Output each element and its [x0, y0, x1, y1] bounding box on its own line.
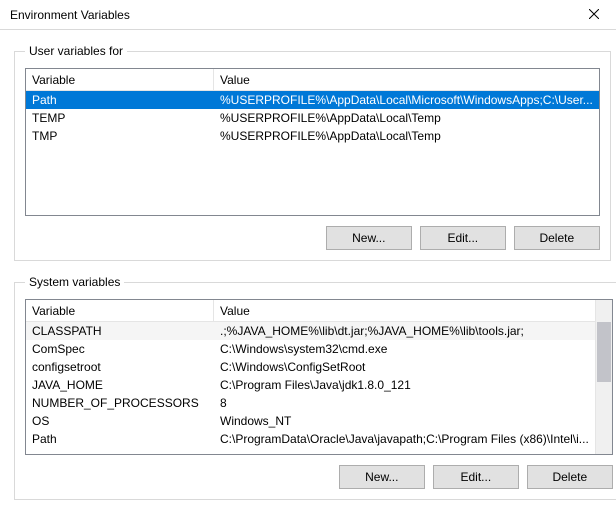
- cell-variable: OS: [26, 414, 214, 428]
- user-header-value[interactable]: Value: [214, 69, 599, 90]
- dialog-content: User variables for Variable Value Path %…: [0, 30, 616, 500]
- table-row[interactable]: OS Windows_NT: [26, 412, 595, 430]
- cell-variable: JAVA_HOME: [26, 378, 214, 392]
- system-buttons: New... Edit... Delete: [25, 465, 613, 489]
- system-delete-button[interactable]: Delete: [527, 465, 613, 489]
- table-row[interactable]: TEMP %USERPROFILE%\AppData\Local\Temp: [26, 109, 599, 127]
- system-variables-legend: System variables: [25, 275, 124, 289]
- user-variables-table[interactable]: Variable Value Path %USERPROFILE%\AppDat…: [25, 68, 600, 216]
- table-row[interactable]: ComSpec C:\Windows\system32\cmd.exe: [26, 340, 595, 358]
- user-delete-button[interactable]: Delete: [514, 226, 600, 250]
- cell-variable: CLASSPATH: [26, 324, 214, 338]
- user-new-button[interactable]: New...: [326, 226, 412, 250]
- cell-value: 8: [214, 396, 595, 410]
- system-variables-group: System variables Variable Value CLASSPAT…: [14, 275, 616, 500]
- user-table-header: Variable Value: [26, 69, 599, 91]
- system-header-value[interactable]: Value: [214, 300, 595, 321]
- cell-variable: NUMBER_OF_PROCESSORS: [26, 396, 214, 410]
- system-variables-table[interactable]: Variable Value CLASSPATH .;%JAVA_HOME%\l…: [25, 299, 613, 455]
- user-variables-group: User variables for Variable Value Path %…: [14, 44, 611, 261]
- cell-value: .;%JAVA_HOME%\lib\dt.jar;%JAVA_HOME%\lib…: [214, 324, 595, 338]
- cell-value: %USERPROFILE%\AppData\Local\Temp: [214, 111, 599, 125]
- user-header-variable[interactable]: Variable: [26, 69, 214, 90]
- table-row[interactable]: Path C:\ProgramData\Oracle\Java\javapath…: [26, 430, 595, 448]
- table-row[interactable]: TMP %USERPROFILE%\AppData\Local\Temp: [26, 127, 599, 145]
- system-edit-button[interactable]: Edit...: [433, 465, 519, 489]
- close-button[interactable]: [571, 0, 616, 30]
- close-icon: [589, 8, 599, 22]
- cell-variable: TMP: [26, 129, 214, 143]
- cell-variable: ComSpec: [26, 342, 214, 356]
- cell-value: %USERPROFILE%\AppData\Local\Microsoft\Wi…: [214, 93, 599, 107]
- cell-variable: Path: [26, 432, 214, 446]
- user-rows: Path %USERPROFILE%\AppData\Local\Microso…: [26, 91, 599, 145]
- cell-value: C:\Program Files\Java\jdk1.8.0_121: [214, 378, 595, 392]
- cell-value: C:\Windows\system32\cmd.exe: [214, 342, 595, 356]
- cell-variable: TEMP: [26, 111, 214, 125]
- cell-value: C:\ProgramData\Oracle\Java\javapath;C:\P…: [214, 432, 595, 446]
- window-title: Environment Variables: [10, 8, 130, 22]
- titlebar: Environment Variables: [0, 0, 616, 30]
- table-row[interactable]: NUMBER_OF_PROCESSORS 8: [26, 394, 595, 412]
- system-rows: CLASSPATH .;%JAVA_HOME%\lib\dt.jar;%JAVA…: [26, 322, 595, 448]
- table-row[interactable]: CLASSPATH .;%JAVA_HOME%\lib\dt.jar;%JAVA…: [26, 322, 595, 340]
- cell-variable: configsetroot: [26, 360, 214, 374]
- cell-value: %USERPROFILE%\AppData\Local\Temp: [214, 129, 599, 143]
- scrollbar-thumb[interactable]: [597, 322, 611, 382]
- cell-variable: Path: [26, 93, 214, 107]
- cell-value: Windows_NT: [214, 414, 595, 428]
- table-row[interactable]: configsetroot C:\Windows\ConfigSetRoot: [26, 358, 595, 376]
- table-row[interactable]: JAVA_HOME C:\Program Files\Java\jdk1.8.0…: [26, 376, 595, 394]
- cell-value: C:\Windows\ConfigSetRoot: [214, 360, 595, 374]
- user-variables-legend: User variables for: [25, 44, 127, 58]
- user-edit-button[interactable]: Edit...: [420, 226, 506, 250]
- system-scrollbar[interactable]: [595, 300, 612, 454]
- system-table-header: Variable Value: [26, 300, 612, 322]
- system-header-variable[interactable]: Variable: [26, 300, 214, 321]
- system-new-button[interactable]: New...: [339, 465, 425, 489]
- user-buttons: New... Edit... Delete: [25, 226, 600, 250]
- table-row[interactable]: Path %USERPROFILE%\AppData\Local\Microso…: [26, 91, 599, 109]
